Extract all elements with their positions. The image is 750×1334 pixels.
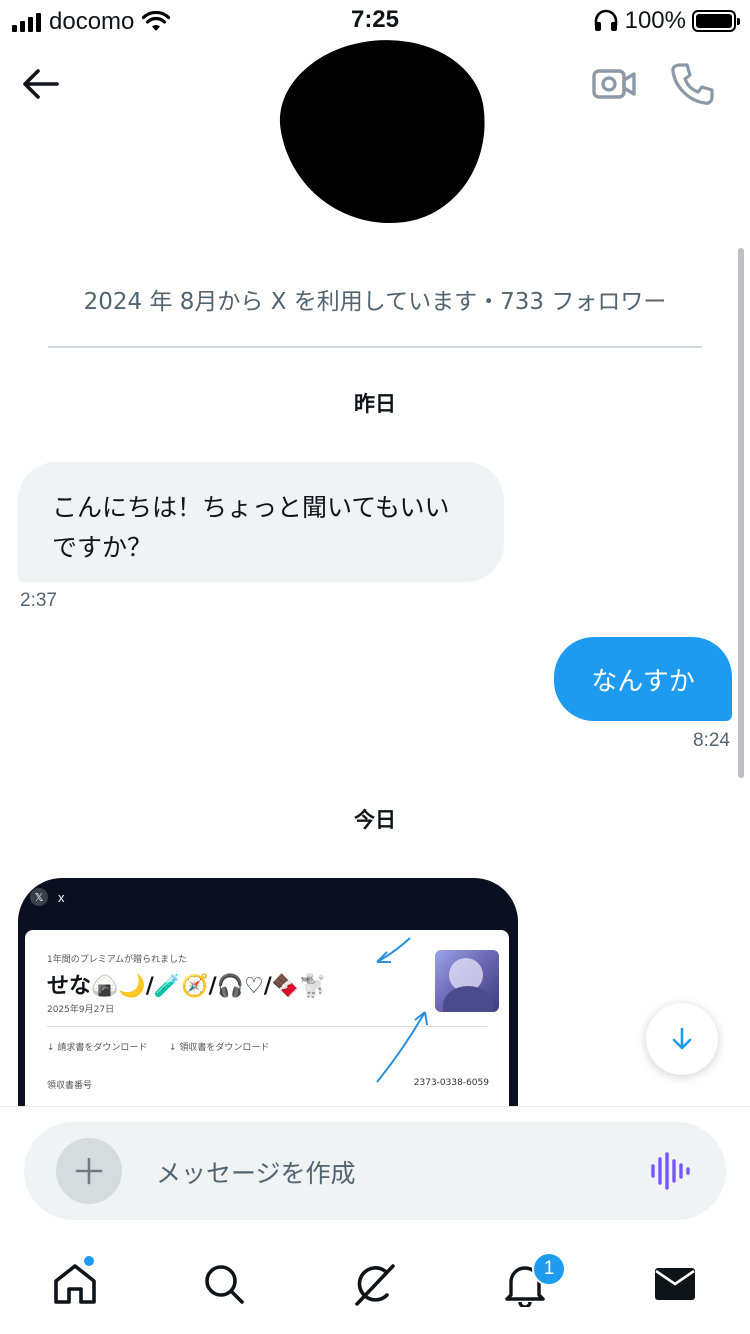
voice-waveform-icon — [651, 1152, 690, 1190]
notifications-badge: 1 — [532, 1252, 566, 1286]
x-logo-icon: 𝕏 — [30, 888, 48, 906]
voice-call-button[interactable] — [668, 60, 716, 108]
status-bar: docomo 7:25 100% — [0, 0, 750, 42]
message-input[interactable]: メッセージを作成 — [156, 1154, 356, 1190]
status-left: docomo — [12, 8, 171, 36]
envelope-icon — [655, 1268, 695, 1300]
tab-search[interactable] — [196, 1256, 252, 1312]
outgoing-message-bubble[interactable]: なんすか — [554, 637, 732, 721]
profile-meta: 2024 年 8月から X を利用しています・733 フォロワー — [83, 289, 667, 315]
grok-icon — [355, 1264, 395, 1306]
headphones-icon — [594, 9, 617, 31]
shared-image-message[interactable]: 𝕏 x 1年間のプレミアムが贈られました せな🍙🌙/🧪🧭/🎧♡/🍫🐩 2025年… — [18, 878, 518, 1118]
message-composer[interactable]: メッセージを作成 — [24, 1122, 726, 1220]
plus-icon — [75, 1157, 103, 1185]
scroll-to-bottom-button[interactable] — [646, 1003, 718, 1075]
wifi-icon — [142, 11, 171, 31]
battery-percent: 100% — [624, 7, 686, 34]
voice-message-button[interactable] — [648, 1150, 690, 1192]
redaction-scribble — [270, 26, 498, 238]
incoming-message-time: 2:37 — [20, 590, 57, 611]
arrow-down-icon — [672, 1027, 692, 1050]
divider — [48, 346, 702, 348]
phone-icon — [671, 63, 714, 105]
date-separator-today: 今日 — [354, 808, 396, 832]
image-app-label: x — [58, 889, 65, 905]
receipt-screenshot: 1年間のプレミアムが贈られました せな🍙🌙/🧪🧭/🎧♡/🍫🐩 2025年9月27… — [25, 930, 509, 1118]
add-attachment-button[interactable] — [56, 1138, 122, 1204]
date-separator-yesterday: 昨日 — [354, 392, 396, 416]
cellular-signal-icon — [12, 12, 41, 32]
tab-messages[interactable] — [647, 1256, 703, 1312]
arrow-left-icon — [23, 69, 59, 99]
video-camera-icon — [592, 69, 636, 99]
home-unread-dot — [82, 1254, 96, 1268]
incoming-message-bubble[interactable]: こんにちは！ちょっと聞いてもいいですか？ — [18, 462, 504, 582]
back-button[interactable] — [18, 62, 62, 106]
status-right: 100% — [593, 7, 740, 35]
outgoing-message-time: 8:24 — [693, 730, 730, 751]
video-call-button[interactable] — [590, 60, 638, 108]
home-icon — [54, 1264, 96, 1304]
annotation-arrows — [376, 937, 428, 1083]
search-icon — [205, 1265, 244, 1304]
tab-grok[interactable] — [346, 1256, 402, 1312]
scrollbar[interactable] — [738, 248, 744, 778]
battery-icon — [692, 10, 740, 32]
carrier-label: docomo — [49, 8, 135, 35]
image-topbar: 𝕏 x — [30, 888, 65, 906]
